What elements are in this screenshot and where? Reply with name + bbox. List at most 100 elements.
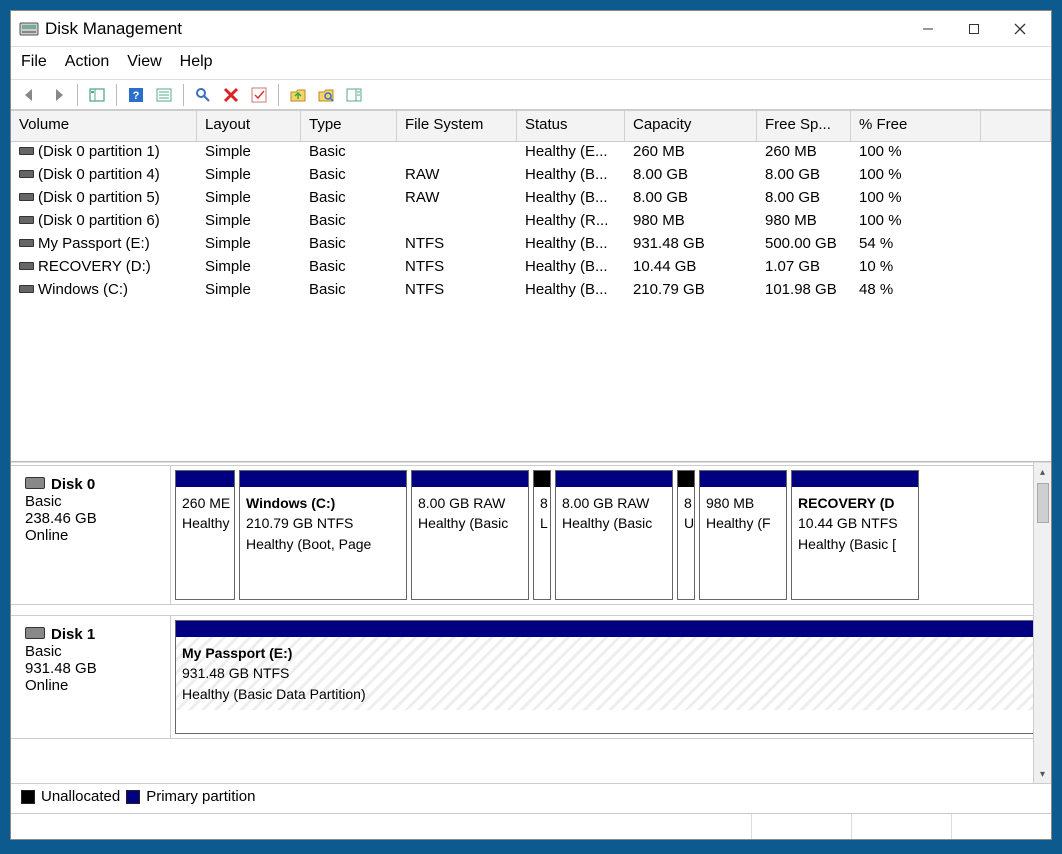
scroll-thumb[interactable] [1037,483,1049,523]
partition-status: Healthy (Basic [418,513,522,533]
partition-block[interactable]: RECOVERY (D10.44 GB NTFSHealthy (Basic [ [791,470,919,600]
col-layout[interactable]: Layout [197,111,301,141]
partition-block[interactable]: 8.00 GB RAWHealthy (Basic [555,470,673,600]
table-row[interactable]: My Passport (E:)SimpleBasicNTFSHealthy (… [11,234,1051,257]
col-status[interactable]: Status [517,111,625,141]
cell-type: Basic [301,234,397,257]
cell-free: 1.07 GB [757,257,851,280]
cell-status: Healthy (B... [517,257,625,280]
disk1-partitions: My Passport (E:) 931.48 GB NTFS Healthy … [171,616,1051,738]
delete-button[interactable] [218,83,244,107]
partition-status: Healthy (Basic [ [798,534,912,554]
help-button[interactable]: ? [123,83,149,107]
cell-volume: (Disk 0 partition 4) [38,166,160,183]
vertical-scrollbar[interactable]: ▴ ▾ [1033,463,1051,783]
action-list-button[interactable] [151,83,177,107]
cell-volume: (Disk 0 partition 6) [38,212,160,229]
cell-filesystem: NTFS [397,257,517,280]
table-row[interactable]: (Disk 0 partition 1)SimpleBasicHealthy (… [11,142,1051,165]
menu-view[interactable]: View [127,53,161,71]
cell-pctfree: 100 % [851,211,981,234]
partition-block[interactable]: 8U [677,470,695,600]
cell-pctfree: 100 % [851,142,981,165]
partition-size: 931.48 GB NTFS [182,663,1040,683]
table-row[interactable]: (Disk 0 partition 6)SimpleBasicHealthy (… [11,211,1051,234]
cell-status: Healthy (B... [517,188,625,211]
cell-free: 500.00 GB [757,234,851,257]
disk1-name: Disk 1 [51,626,95,643]
show-hide-action-pane-button[interactable] [341,83,367,107]
cell-pctfree: 10 % [851,257,981,280]
menu-action[interactable]: Action [65,53,109,71]
check-button[interactable] [246,83,272,107]
menu-help[interactable]: Help [180,53,213,71]
partition-size: 8 [684,493,688,513]
cell-capacity: 10.44 GB [625,257,757,280]
table-row[interactable]: (Disk 0 partition 5)SimpleBasicRAWHealth… [11,188,1051,211]
cell-type: Basic [301,165,397,188]
cell-capacity: 8.00 GB [625,165,757,188]
disk0-label: Disk 0 Basic 238.46 GB Online [11,466,171,604]
legend-unallocated: Unallocated [41,788,120,805]
cell-pctfree: 48 % [851,280,981,303]
col-extra[interactable] [981,111,1051,141]
minimize-button[interactable] [905,14,951,44]
partition-block[interactable]: My Passport (E:) 931.48 GB NTFS Healthy … [175,620,1047,734]
show-hide-console-tree-button[interactable] [84,83,110,107]
cell-filesystem: RAW [397,188,517,211]
col-capacity[interactable]: Capacity [625,111,757,141]
partition-status: L [540,513,544,533]
cell-type: Basic [301,188,397,211]
cell-filesystem: NTFS [397,280,517,303]
disk0-row[interactable]: Disk 0 Basic 238.46 GB Online 260 MEHeal… [11,465,1051,605]
partition-status: Healthy (Basic [562,513,666,533]
folder-up-button[interactable] [285,83,311,107]
disk1-row[interactable]: Disk 1 Basic 931.48 GB Online My Passpor… [11,615,1051,739]
partition-title: RECOVERY (D [798,493,912,513]
cell-type: Basic [301,211,397,234]
scroll-down-icon[interactable]: ▾ [1034,765,1051,783]
table-row[interactable]: (Disk 0 partition 4)SimpleBasicRAWHealth… [11,165,1051,188]
cell-pctfree: 54 % [851,234,981,257]
col-free[interactable]: Free Sp... [757,111,851,141]
table-row[interactable]: Windows (C:)SimpleBasicNTFSHealthy (B...… [11,280,1051,303]
partition-status: Healthy [182,513,228,533]
col-filesystem[interactable]: File System [397,111,517,141]
col-volume[interactable]: Volume [11,111,197,141]
cell-filesystem: RAW [397,165,517,188]
table-row[interactable]: RECOVERY (D:)SimpleBasicNTFSHealthy (B..… [11,257,1051,280]
partition-block[interactable]: 8.00 GB RAWHealthy (Basic [411,470,529,600]
toolbar: ? [11,80,1051,110]
volume-table-header: Volume Layout Type File System Status Ca… [11,110,1051,142]
disk0-name: Disk 0 [51,476,95,493]
find-button[interactable] [313,83,339,107]
properties-button[interactable] [190,83,216,107]
volume-table-body[interactable]: (Disk 0 partition 1)SimpleBasicHealthy (… [11,142,1051,462]
col-pctfree[interactable]: % Free [851,111,981,141]
legend-swatch-unallocated [21,790,35,804]
partition-block[interactable]: 260 MEHealthy [175,470,235,600]
cell-free: 980 MB [757,211,851,234]
partition-block[interactable]: Windows (C:)210.79 GB NTFSHealthy (Boot,… [239,470,407,600]
cell-type: Basic [301,280,397,303]
partition-block[interactable]: 8L [533,470,551,600]
scroll-up-icon[interactable]: ▴ [1034,463,1051,481]
cell-status: Healthy (B... [517,165,625,188]
partition-block[interactable]: 980 MBHealthy (F [699,470,787,600]
close-button[interactable] [997,14,1043,44]
maximize-button[interactable] [951,14,997,44]
disk1-type: Basic [25,643,160,660]
cell-volume: Windows (C:) [38,281,128,298]
nav-forward-button[interactable] [45,83,71,107]
cell-status: Healthy (E... [517,142,625,165]
disk0-partitions: 260 MEHealthyWindows (C:)210.79 GB NTFSH… [171,466,1051,604]
cell-filesystem [397,211,517,234]
cell-filesystem: NTFS [397,234,517,257]
cell-capacity: 210.79 GB [625,280,757,303]
partition-size: 210.79 GB NTFS [246,513,400,533]
col-type[interactable]: Type [301,111,397,141]
legend: Unallocated Primary partition [11,783,1051,813]
nav-back-button[interactable] [17,83,43,107]
partition-status: Healthy (Boot, Page [246,534,400,554]
menu-file[interactable]: File [21,53,47,71]
